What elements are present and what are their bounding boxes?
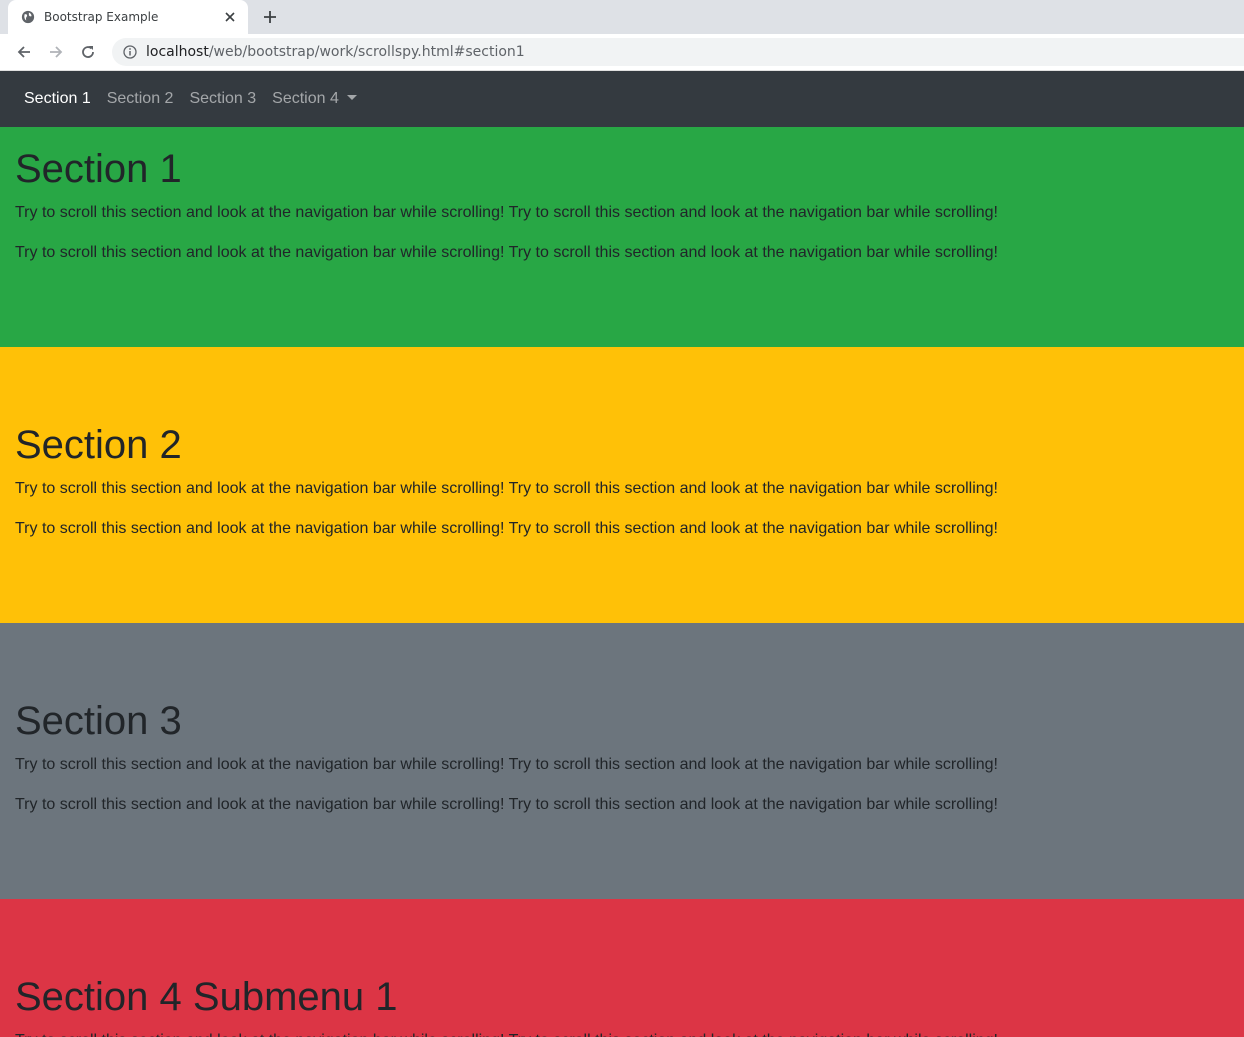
section-paragraph: Try to scroll this section and look at t… [15, 756, 998, 773]
section-1: Section 1 Try to scroll this section and… [0, 127, 1244, 347]
globe-icon [20, 9, 36, 25]
section-paragraph: Try to scroll this section and look at t… [15, 244, 998, 261]
top-navbar: Section 1 Section 2 Section 3 Section 4 [0, 71, 1244, 127]
reload-icon[interactable] [74, 38, 102, 66]
nav-dropdown-section-4[interactable]: Section 4 [272, 90, 357, 108]
tab-title: Bootstrap Example [44, 10, 159, 24]
address-bar[interactable]: localhost/web/bootstrap/work/scrollspy.h… [112, 38, 1244, 66]
url-path: /web/bootstrap/work/scrollspy.html#secti… [208, 44, 525, 60]
section-paragraph: Try to scroll this section and look at t… [15, 204, 998, 221]
section-title: Section 4 Submenu 1 [15, 975, 398, 1019]
section-paragraph: Try to scroll this section and look at t… [15, 480, 998, 497]
nav-dropdown-label: Section 4 [272, 90, 339, 107]
browser-tab[interactable]: Bootstrap Example [8, 0, 248, 34]
nav-link-section-3[interactable]: Section 3 [189, 90, 256, 108]
section-title: Section 3 [15, 699, 182, 743]
info-icon[interactable] [122, 44, 138, 60]
nav-link-section-2[interactable]: Section 2 [107, 90, 174, 108]
section-4-submenu-1: Section 4 Submenu 1 Try to scroll this s… [0, 899, 1244, 1037]
nav-link-section-1[interactable]: Section 1 [24, 90, 91, 108]
close-tab-icon[interactable] [222, 9, 238, 25]
back-arrow-icon[interactable] [10, 38, 38, 66]
forward-arrow-icon[interactable] [42, 38, 70, 66]
section-2: Section 2 Try to scroll this section and… [0, 347, 1244, 623]
new-tab-icon[interactable] [258, 5, 282, 29]
section-title: Section 1 [15, 147, 182, 191]
section-paragraph: Try to scroll this section and look at t… [15, 520, 998, 537]
browser-tabstrip: Bootstrap Example [0, 0, 1244, 34]
browser-toolbar: localhost/web/bootstrap/work/scrollspy.h… [0, 34, 1244, 71]
caret-down-icon [346, 95, 357, 100]
url-host: localhost [146, 44, 209, 60]
section-title: Section 2 [15, 423, 182, 467]
section-3: Section 3 Try to scroll this section and… [0, 623, 1244, 899]
section-paragraph: Try to scroll this section and look at t… [15, 1029, 1229, 1037]
section-paragraph: Try to scroll this section and look at t… [15, 796, 998, 813]
